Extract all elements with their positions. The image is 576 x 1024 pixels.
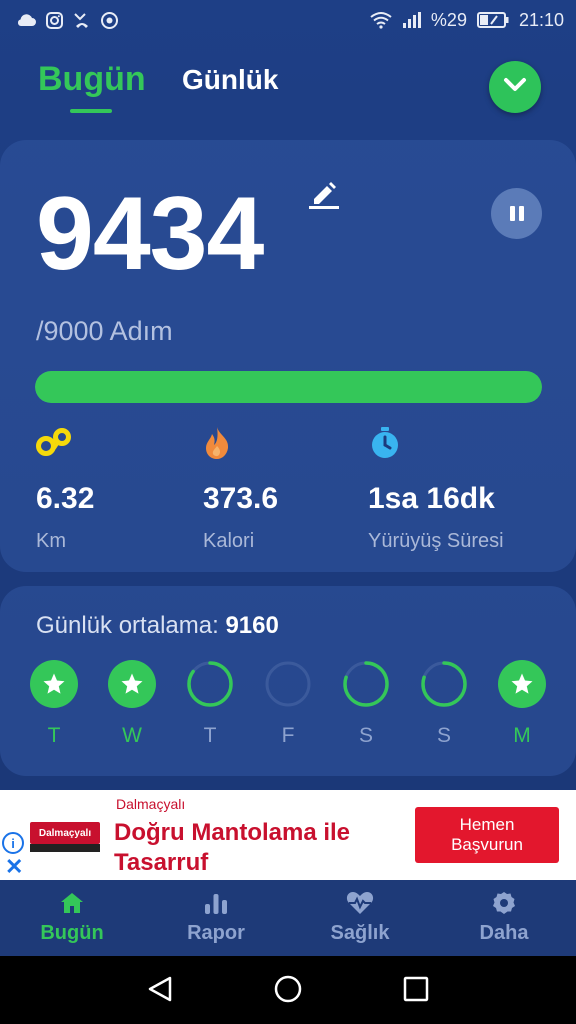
- nav-item-report[interactable]: Rapor: [144, 888, 288, 945]
- weekly-card: Günlük ortalama: 9160 T W T F S S M: [0, 586, 576, 776]
- ad-banner[interactable]: i ✕ Dalmaçyalı Dalmaçyalı Doğru Mantolam…: [0, 790, 576, 880]
- week-day[interactable]: W: [107, 660, 157, 748]
- walk-time-value: 1sa 16dk: [368, 482, 495, 515]
- stat-distance: 6.32 Km: [36, 426, 94, 553]
- day-letter: M: [513, 724, 531, 747]
- day-progress-ring: [186, 660, 234, 708]
- distance-icon: [36, 426, 94, 460]
- week-day[interactable]: T: [185, 660, 235, 748]
- bottom-nav: Bugün Rapor Sağlık Daha: [0, 880, 576, 956]
- nav-item-more[interactable]: Daha: [432, 888, 576, 945]
- stat-calories: 373.6 Kalori: [203, 426, 278, 553]
- calories-value: 373.6: [203, 482, 279, 515]
- cloud-icon: [16, 13, 36, 27]
- distance-label: Km: [36, 530, 66, 552]
- home-icon: [0, 888, 144, 918]
- week-day[interactable]: F: [263, 660, 313, 748]
- week-day[interactable]: M: [497, 660, 547, 748]
- ad-title[interactable]: Doğru Mantolama ile Tasarruf: [114, 818, 404, 878]
- header: Bugün Günlük: [0, 52, 576, 122]
- tab-daily[interactable]: Günlük: [182, 64, 278, 96]
- distance-value: 6.32: [36, 482, 95, 515]
- nav-item-health[interactable]: Sağlık: [288, 888, 432, 945]
- star-icon: [121, 673, 143, 694]
- day-letter: T: [203, 724, 217, 747]
- day-progress-ring: [498, 660, 546, 708]
- tab-today[interactable]: Bugün: [38, 60, 146, 99]
- wifi-icon: [369, 11, 393, 29]
- close-icon[interactable]: ✕: [5, 854, 23, 880]
- heart-pulse-icon: [288, 888, 432, 918]
- recents-button[interactable]: [401, 976, 431, 1006]
- day-progress-ring: [342, 660, 390, 708]
- status-bar-right: %29 21:10: [369, 10, 564, 31]
- day-letter: S: [436, 724, 451, 747]
- flame-icon: [203, 426, 278, 460]
- stat-walk-time: 1sa 16dk Yürüyüş Süresi: [368, 426, 504, 553]
- step-goal: /9000 Adım: [36, 316, 173, 346]
- star-icon: [511, 673, 533, 694]
- day-progress-ring: [420, 660, 468, 708]
- daily-average-label: Günlük ortalama:: [36, 612, 219, 639]
- nav-label-more: Daha: [479, 922, 529, 944]
- pencil-icon: [308, 182, 340, 214]
- stopwatch-icon: [368, 426, 504, 460]
- walk-time-label: Yürüyüş Süresi: [368, 530, 504, 552]
- chevron-down-icon: [503, 77, 527, 98]
- daily-average-value: 9160: [225, 612, 279, 639]
- status-bar: %29 21:10: [0, 0, 576, 40]
- chrome-icon: [101, 11, 118, 29]
- ad-logo-stripe: [30, 844, 100, 852]
- day-letter: F: [281, 724, 295, 747]
- ad-cta-button[interactable]: Hemen Başvurun: [415, 807, 559, 863]
- daily-average: Günlük ortalama: 9160: [36, 612, 279, 640]
- status-bar-left: [16, 11, 118, 29]
- steps-summary-card: 9434 /9000 Adım 6.32 Km 373.6 Kalori 1sa…: [0, 140, 576, 572]
- day-progress-ring: [30, 660, 78, 708]
- info-icon[interactable]: i: [2, 832, 24, 854]
- nav-item-today[interactable]: Bugün: [0, 888, 144, 945]
- edit-goal-button[interactable]: [308, 178, 340, 215]
- day-progress-ring: [264, 660, 312, 708]
- step-count: 9434: [36, 176, 264, 292]
- battery-icon: [476, 12, 509, 28]
- pause-button[interactable]: [491, 188, 542, 239]
- home-button[interactable]: [273, 975, 303, 1008]
- signal-icon: [402, 12, 421, 28]
- nav-label-today: Bugün: [40, 922, 104, 944]
- home-circle-icon: [274, 975, 302, 1008]
- day-progress-ring: [108, 660, 156, 708]
- missed-call-icon: [73, 12, 91, 29]
- week-day[interactable]: S: [419, 660, 469, 748]
- recents-icon: [403, 976, 429, 1007]
- calories-label: Kalori: [203, 530, 255, 552]
- day-letter: W: [122, 724, 142, 747]
- pause-icon: [508, 206, 526, 221]
- dropdown-button[interactable]: [489, 61, 541, 113]
- bar-chart-icon: [144, 888, 288, 918]
- step-progress-fill: [35, 371, 542, 403]
- star-icon: [43, 673, 65, 694]
- back-button[interactable]: [145, 976, 175, 1006]
- step-progress-bar: [35, 371, 542, 403]
- system-nav-bar: [0, 956, 576, 1024]
- instagram-icon: [46, 11, 63, 29]
- gear-icon: [432, 888, 576, 918]
- back-icon: [146, 975, 174, 1008]
- day-letter: T: [47, 724, 61, 747]
- ad-logo: Dalmaçyalı: [30, 822, 100, 844]
- nav-label-report: Rapor: [187, 922, 245, 944]
- active-tab-indicator: [70, 109, 112, 113]
- day-letter: S: [358, 724, 373, 747]
- clock: 21:10: [518, 9, 564, 30]
- week-day[interactable]: T: [29, 660, 79, 748]
- week-day[interactable]: S: [341, 660, 391, 748]
- ad-brand: Dalmaçyalı: [116, 796, 186, 812]
- nav-label-health: Sağlık: [330, 922, 390, 944]
- battery-percent: %29: [430, 9, 467, 30]
